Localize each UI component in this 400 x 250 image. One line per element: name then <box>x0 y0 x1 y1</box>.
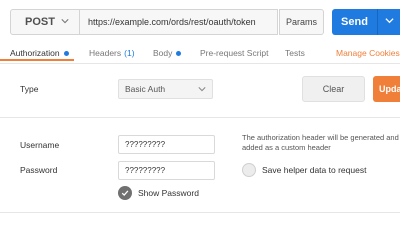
tab-body[interactable]: Body <box>153 45 182 61</box>
tab-label: Body <box>153 48 173 58</box>
method-select[interactable]: POST <box>10 9 80 35</box>
save-helper-toggle[interactable] <box>242 163 256 177</box>
tab-pre-request-script[interactable]: Pre-request Script <box>200 45 269 61</box>
url-input[interactable]: https://example.com/ords/rest/oauth/toke… <box>80 9 278 35</box>
panel-bottom-border <box>0 212 400 213</box>
active-indicator-dot <box>176 50 182 56</box>
tab-label: Authorization <box>10 48 60 58</box>
tab-label: Headers <box>89 48 122 58</box>
tabs-divider <box>0 63 400 64</box>
tab-label: Tests <box>285 48 305 58</box>
update-request-button[interactable]: Update <box>373 76 400 102</box>
chevron-down-icon <box>385 18 394 24</box>
params-button[interactable]: Params <box>279 9 324 35</box>
password-value: ????????? <box>125 166 166 175</box>
auth-type-value: Basic Auth <box>125 84 166 94</box>
tab-tests[interactable]: Tests <box>285 45 305 61</box>
headers-count: (1) <box>124 48 135 58</box>
username-label: Username <box>20 140 60 150</box>
params-label: Params <box>285 17 317 27</box>
password-input[interactable]: ????????? <box>118 161 215 180</box>
type-label: Type <box>20 84 39 94</box>
auth-header-note: The authorization header will be generat… <box>242 133 399 152</box>
show-password-label: Show Password <box>138 188 199 198</box>
tab-headers[interactable]: Headers (1) <box>89 45 135 61</box>
send-label: Send <box>341 16 368 28</box>
show-password-checkbox[interactable] <box>118 186 132 200</box>
username-input[interactable]: ????????? <box>118 135 215 154</box>
username-value: ????????? <box>125 140 166 149</box>
chevron-down-icon <box>61 19 69 24</box>
chevron-down-icon <box>198 87 206 92</box>
send-options-button[interactable] <box>377 9 400 35</box>
active-indicator-dot <box>63 50 69 56</box>
active-tab-underline <box>0 59 74 61</box>
manage-cookies-link[interactable]: Manage Cookies <box>336 45 400 61</box>
method-label: POST <box>25 16 55 28</box>
save-helper-label: Save helper data to request <box>262 165 367 175</box>
password-label: Password <box>20 165 58 175</box>
section-divider <box>0 117 400 118</box>
tab-label: Pre-request Script <box>200 48 269 58</box>
send-button[interactable]: Send <box>332 9 377 35</box>
checkmark-icon <box>121 190 129 197</box>
url-value: https://example.com/ords/rest/oauth/toke… <box>88 17 256 27</box>
clear-button[interactable]: Clear <box>302 76 365 102</box>
auth-type-select[interactable]: Basic Auth <box>118 79 213 99</box>
